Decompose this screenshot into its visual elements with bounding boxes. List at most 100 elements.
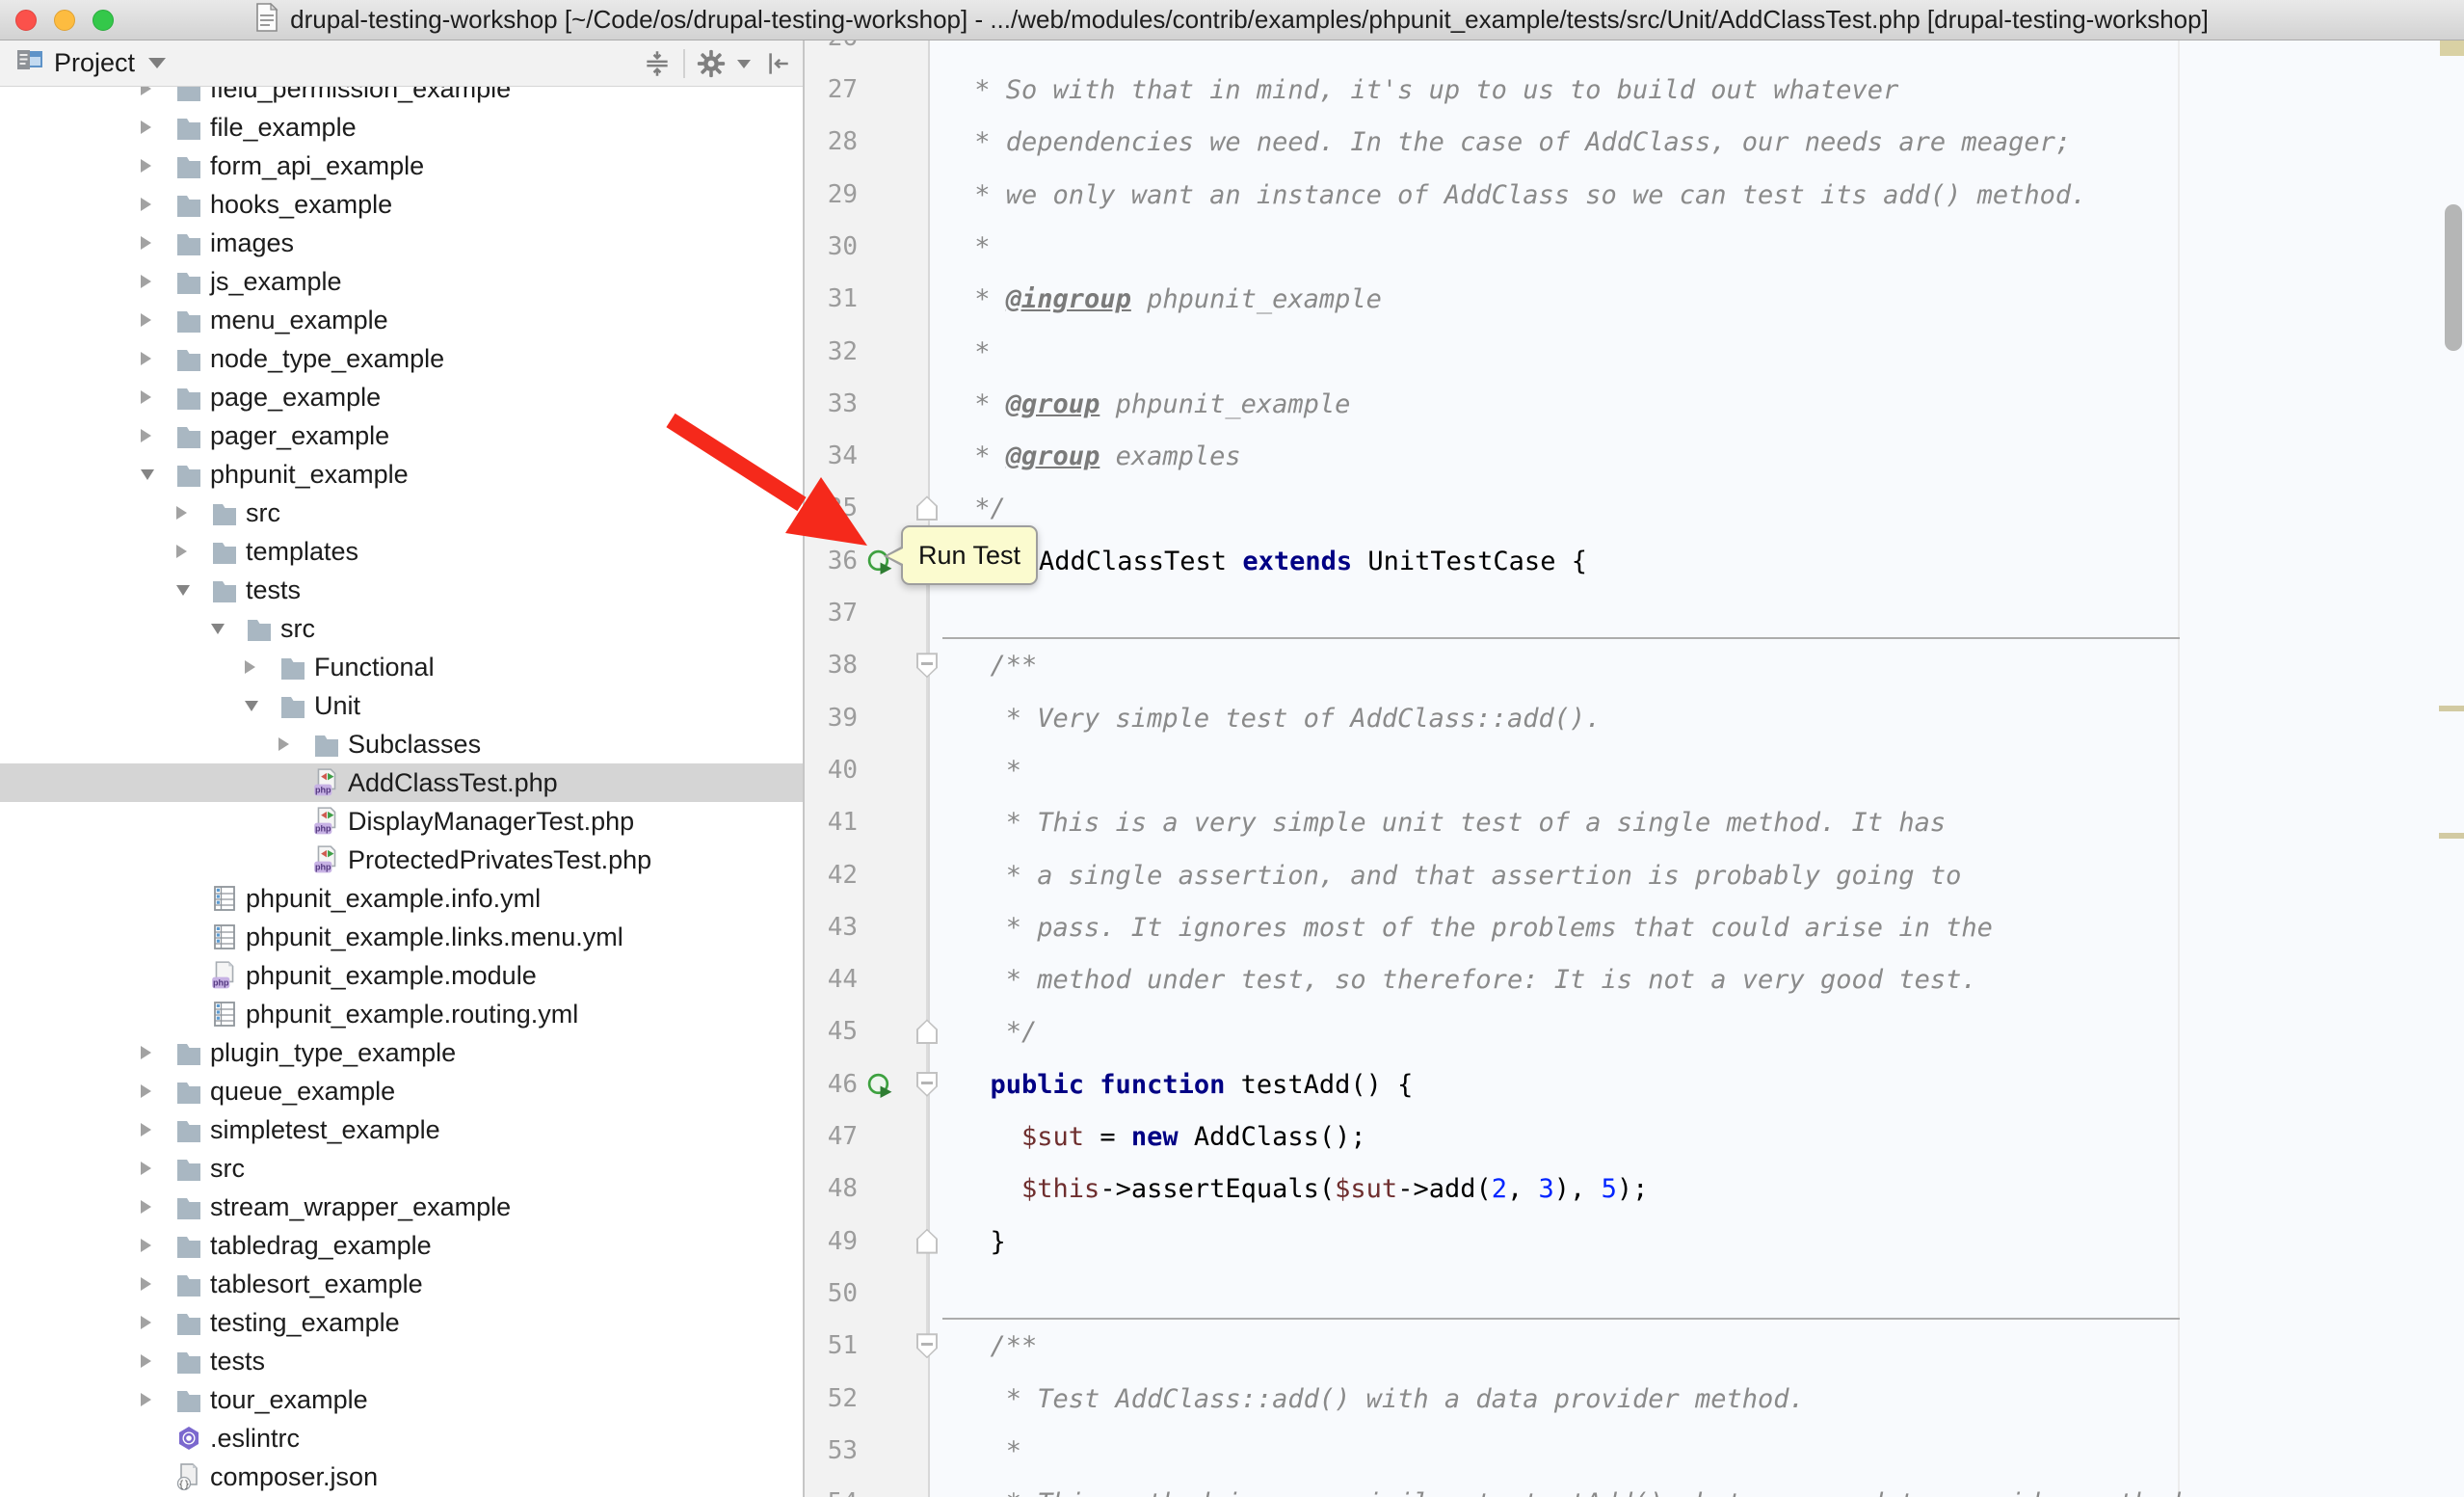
run-test-gutter-icon[interactable] bbox=[866, 1072, 893, 1099]
chevron-collapsed-icon[interactable] bbox=[176, 545, 209, 558]
panel-splitter[interactable] bbox=[803, 40, 805, 1497]
chevron-collapsed-icon[interactable] bbox=[141, 87, 173, 95]
project-tree[interactable]: field_permission_examplefile_exampleform… bbox=[0, 87, 803, 1497]
code-line-48[interactable]: $this->assertEquals($sut->add(2, 3), 5); bbox=[930, 1163, 2464, 1216]
settings-gear-button[interactable] bbox=[695, 47, 728, 80]
hide-panel-button[interactable] bbox=[760, 47, 793, 80]
tree-item-phpunit_example.module[interactable]: phpphpunit_example.module bbox=[0, 956, 803, 995]
chevron-collapsed-icon[interactable] bbox=[141, 120, 173, 134]
chevron-collapsed-icon[interactable] bbox=[141, 1162, 173, 1175]
tree-item-tests[interactable]: tests bbox=[0, 1342, 803, 1380]
chevron-expanded-icon[interactable] bbox=[245, 701, 278, 711]
tree-item-phpunit_example.routing.yml[interactable]: phpunit_example.routing.yml bbox=[0, 995, 803, 1033]
code-line-53[interactable]: * bbox=[930, 1425, 2464, 1478]
code-line-33[interactable]: * @group phpunit_example bbox=[930, 378, 2464, 431]
chevron-down-icon[interactable] bbox=[148, 58, 166, 68]
code-line-47[interactable]: $sut = new AddClass(); bbox=[930, 1110, 2464, 1163]
tree-item-src[interactable]: src bbox=[0, 609, 803, 648]
minimize-window-button[interactable] bbox=[54, 10, 75, 31]
chevron-collapsed-icon[interactable] bbox=[141, 1084, 173, 1098]
chevron-collapsed-icon[interactable] bbox=[141, 198, 173, 211]
code-line-40[interactable]: * bbox=[930, 744, 2464, 797]
warning-stripe-mark[interactable] bbox=[2439, 833, 2464, 839]
chevron-collapsed-icon[interactable] bbox=[141, 1316, 173, 1329]
chevron-collapsed-icon[interactable] bbox=[141, 1046, 173, 1059]
close-window-button[interactable] bbox=[15, 10, 37, 31]
tree-item-src[interactable]: src bbox=[0, 1149, 803, 1188]
code-line-32[interactable]: * bbox=[930, 326, 2464, 379]
tree-item-tablesort_example[interactable]: tablesort_example bbox=[0, 1265, 803, 1303]
tree-item-phpunit_example.info.yml[interactable]: phpunit_example.info.yml bbox=[0, 879, 803, 918]
chevron-collapsed-icon[interactable] bbox=[141, 1277, 173, 1291]
chevron-collapsed-icon[interactable] bbox=[245, 660, 278, 674]
tree-item-images[interactable]: images bbox=[0, 224, 803, 262]
tree-item-testing_example[interactable]: testing_example bbox=[0, 1303, 803, 1342]
code-line-44[interactable]: * method under test, so therefore: It is… bbox=[930, 953, 2464, 1006]
zoom-window-button[interactable] bbox=[93, 10, 114, 31]
chevron-collapsed-icon[interactable] bbox=[278, 737, 311, 751]
chevron-expanded-icon[interactable] bbox=[211, 624, 244, 634]
chevron-collapsed-icon[interactable] bbox=[141, 1200, 173, 1214]
code-line-31[interactable]: * @ingroup phpunit_example bbox=[930, 273, 2464, 326]
chevron-collapsed-icon[interactable] bbox=[141, 275, 173, 288]
code-line-41[interactable]: * This is a very simple unit test of a s… bbox=[930, 796, 2464, 849]
tree-item-js_example[interactable]: js_example bbox=[0, 262, 803, 301]
tree-item-simpletest_example[interactable]: simpletest_example bbox=[0, 1110, 803, 1149]
fold-collapse-icon[interactable] bbox=[916, 1333, 938, 1358]
chevron-collapsed-icon[interactable] bbox=[141, 313, 173, 327]
code-line-37[interactable] bbox=[930, 587, 2464, 640]
tree-item-tour_example[interactable]: tour_example bbox=[0, 1380, 803, 1419]
tree-item-form_api_example[interactable]: form_api_example bbox=[0, 147, 803, 185]
code-editor[interactable]: 2627282930313233343536 37383940414243444… bbox=[805, 40, 2464, 1497]
tree-item-AddClassTest.php[interactable]: phpAddClassTest.php bbox=[0, 763, 803, 802]
code-line-45[interactable]: */ bbox=[930, 1005, 2464, 1058]
code-line-27[interactable]: * So with that in mind, it's up to us to… bbox=[930, 64, 2464, 117]
code-line-49[interactable]: } bbox=[930, 1216, 2464, 1269]
editor-scrollbar-thumb[interactable] bbox=[2445, 204, 2462, 351]
chevron-collapsed-icon[interactable] bbox=[141, 352, 173, 365]
chevron-expanded-icon[interactable] bbox=[176, 585, 209, 596]
code-line-34[interactable]: * @group examples bbox=[930, 430, 2464, 483]
fold-end-icon[interactable] bbox=[916, 1229, 938, 1254]
chevron-collapsed-icon[interactable] bbox=[141, 236, 173, 250]
tree-item-stream_wrapper_example[interactable]: stream_wrapper_example bbox=[0, 1188, 803, 1226]
code-line-51[interactable]: /** bbox=[930, 1320, 2464, 1373]
code-line-46[interactable]: public function testAdd() { bbox=[930, 1058, 2464, 1111]
tree-item-phpunit_example.links.menu.yml[interactable]: phpunit_example.links.menu.yml bbox=[0, 918, 803, 956]
fold-end-icon[interactable] bbox=[916, 1019, 938, 1044]
code-line-50[interactable] bbox=[930, 1268, 2464, 1321]
tree-item-tabledrag_example[interactable]: tabledrag_example bbox=[0, 1226, 803, 1265]
tree-item-file_example[interactable]: file_example bbox=[0, 108, 803, 147]
warning-stripe-mark[interactable] bbox=[2439, 706, 2464, 711]
chevron-collapsed-icon[interactable] bbox=[141, 1393, 173, 1406]
code-line-42[interactable]: * a single assertion, and that assertion… bbox=[930, 849, 2464, 902]
tree-item-Unit[interactable]: Unit bbox=[0, 686, 803, 725]
tree-item-field_permission_example[interactable]: field_permission_example bbox=[0, 87, 803, 108]
chevron-collapsed-icon[interactable] bbox=[141, 429, 173, 442]
tree-item-plugin_type_example[interactable]: plugin_type_example bbox=[0, 1033, 803, 1072]
tree-item-hooks_example[interactable]: hooks_example bbox=[0, 185, 803, 224]
code-line-35[interactable]: */ bbox=[930, 482, 2464, 535]
code-line-29[interactable]: * we only want an instance of AddClass s… bbox=[930, 169, 2464, 222]
chevron-collapsed-icon[interactable] bbox=[141, 1354, 173, 1368]
tree-item-node_type_example[interactable]: node_type_example bbox=[0, 339, 803, 378]
collapse-all-button[interactable] bbox=[641, 47, 674, 80]
tree-item-.eslintrc[interactable]: .eslintrc bbox=[0, 1419, 803, 1457]
chevron-expanded-icon[interactable] bbox=[141, 469, 173, 480]
fold-collapse-icon[interactable] bbox=[916, 653, 938, 678]
tree-item-Functional[interactable]: Functional bbox=[0, 648, 803, 686]
code-line-52[interactable]: * Test AddClass::add() with a data provi… bbox=[930, 1373, 2464, 1426]
code-line-38[interactable]: /** bbox=[930, 639, 2464, 692]
project-panel-title[interactable]: Project bbox=[54, 48, 135, 78]
chevron-collapsed-icon[interactable] bbox=[141, 159, 173, 173]
tree-item-ProtectedPrivatesTest.php[interactable]: phpProtectedPrivatesTest.php bbox=[0, 841, 803, 879]
chevron-collapsed-icon[interactable] bbox=[176, 506, 209, 520]
tree-item-DisplayManagerTest.php[interactable]: phpDisplayManagerTest.php bbox=[0, 802, 803, 841]
code-area[interactable]: * So with that in mind, it's up to us to… bbox=[930, 40, 2464, 1497]
fold-end-icon[interactable] bbox=[916, 495, 938, 521]
tree-item-composer.json[interactable]: {}composer.json bbox=[0, 1457, 803, 1496]
code-line-28[interactable]: * dependencies we need. In the case of A… bbox=[930, 116, 2464, 169]
code-line-26[interactable] bbox=[930, 40, 2464, 65]
inspection-status-indicator[interactable] bbox=[2440, 40, 2464, 56]
fold-collapse-icon[interactable] bbox=[916, 1072, 938, 1097]
